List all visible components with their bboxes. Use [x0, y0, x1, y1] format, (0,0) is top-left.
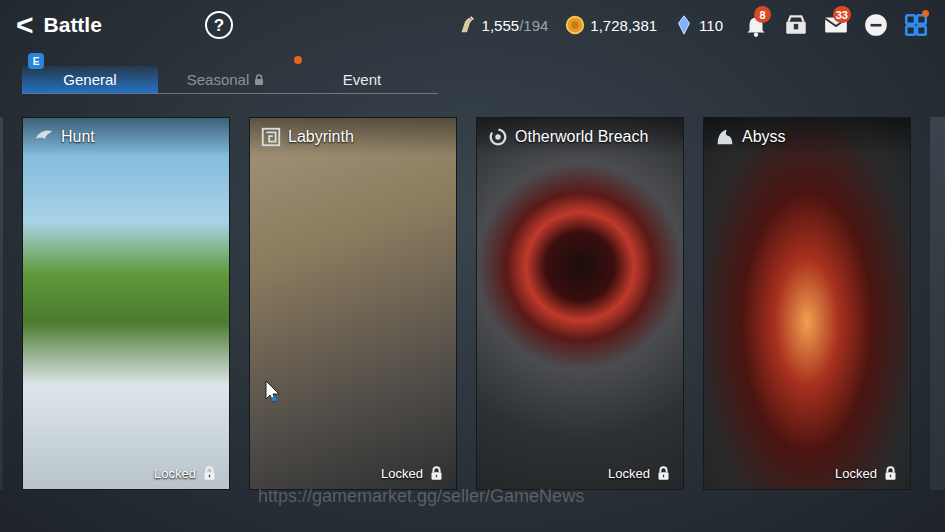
tab[interactable]: Event	[294, 66, 430, 93]
mode-card[interactable]: Abyss Locked	[703, 117, 911, 490]
status-label: Locked	[608, 466, 650, 481]
card-status: Locked	[23, 460, 229, 489]
back-button[interactable]: <	[16, 10, 34, 40]
watermark: https://gamemarket.gg/seller/GameNews	[258, 486, 584, 507]
notification-badge: 33	[833, 6, 851, 23]
card-title: Abyss	[742, 128, 786, 146]
resource-counter: 1,555/194	[456, 14, 549, 36]
partial-card	[930, 117, 945, 490]
page-title: Battle	[44, 13, 102, 37]
breach-icon	[487, 126, 509, 148]
status-label: Locked	[835, 466, 877, 481]
chat-icon	[863, 12, 889, 38]
card-title: Otherworld Breach	[515, 128, 648, 146]
tab-badge: E	[28, 53, 44, 69]
tab[interactable]: GeneralE	[22, 66, 158, 93]
lock-icon	[883, 466, 898, 481]
stamina-icon	[456, 14, 478, 36]
card-title: Hunt	[61, 128, 95, 146]
header-right: 1,555/194 1,728,381 110 8 33	[456, 8, 933, 42]
mode-card[interactable]: Labyrinth Locked	[249, 117, 457, 490]
card-status: Locked	[250, 460, 456, 489]
header-left: < Battle?	[16, 10, 233, 40]
chest-button[interactable]	[779, 8, 813, 42]
gem-icon	[673, 14, 695, 36]
resource-value: 1,728,381	[590, 17, 657, 34]
status-label: Locked	[154, 466, 196, 481]
resource-counter: 1,728,381	[564, 14, 657, 36]
chest-icon	[783, 12, 809, 38]
tab-label: General	[63, 71, 116, 88]
lock-icon	[429, 466, 444, 481]
mode-card[interactable]: Otherworld Breach Locked	[476, 117, 684, 490]
resource-value: 1,555	[482, 17, 520, 34]
top-bar: < Battle? 1,555/194 1,728,381 110 8 33	[0, 0, 945, 50]
abyss-icon	[714, 126, 736, 148]
menu-button[interactable]	[899, 8, 933, 42]
lock-icon	[253, 74, 265, 86]
chat-button[interactable]	[859, 8, 893, 42]
hunt-icon	[33, 126, 55, 148]
resource-counter: 110	[673, 14, 723, 36]
new-dot	[922, 10, 929, 17]
partial-card	[0, 117, 3, 490]
lock-icon	[202, 466, 217, 481]
mode-card[interactable]: Hunt Locked	[22, 117, 230, 490]
card-header: Abyss	[704, 118, 910, 156]
card-status: Locked	[477, 460, 683, 489]
card-title: Labyrinth	[288, 128, 354, 146]
mode-cards: HuntLockedLabyrinthLockedOtherworld Brea…	[0, 117, 945, 490]
labyrinth-icon	[260, 126, 282, 148]
lock-icon	[656, 466, 671, 481]
tab-label: Seasonal	[187, 71, 250, 88]
help-button[interactable]: ?	[205, 11, 233, 39]
cursor-icon	[265, 380, 281, 408]
bell-button[interactable]: 8	[739, 8, 773, 42]
tab-bar: GeneralE Seasonal Event	[22, 66, 438, 94]
card-header: Hunt	[23, 118, 229, 156]
card-status: Locked	[704, 460, 910, 489]
card-header: Labyrinth	[250, 118, 456, 156]
gold-icon	[564, 14, 586, 36]
new-dot	[294, 56, 302, 64]
tab[interactable]: Seasonal	[158, 66, 294, 93]
notification-badge: 8	[754, 6, 771, 23]
card-header: Otherworld Breach	[477, 118, 683, 156]
mail-button[interactable]: 33	[819, 8, 853, 42]
status-label: Locked	[381, 466, 423, 481]
tab-label: Event	[343, 71, 381, 88]
resource-value: 110	[699, 17, 723, 34]
resource-max: /194	[519, 17, 548, 34]
